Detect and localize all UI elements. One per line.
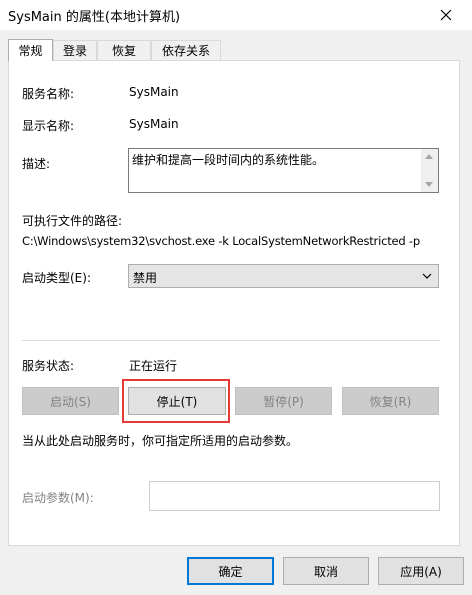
ok-button[interactable]: 确定 [187,557,274,585]
display-name-label: 显示名称: [22,119,75,133]
service-status-value: 正在运行 [129,359,178,373]
description-text: 维护和提高一段时间内的系统性能。 [132,153,325,167]
close-button[interactable] [420,0,472,30]
startup-type-select[interactable]: 禁用 [128,264,439,288]
apply-button[interactable]: 应用(A) [378,557,464,585]
window-title: SysMain 的属性(本地计算机) [8,10,181,25]
service-status-label: 服务状态: [22,359,75,373]
service-name-label: 服务名称: [22,87,75,101]
start-params-hint: 当从此处启动服务时，你可指定所适用的启动参数。 [22,434,299,448]
scroll-up-icon[interactable] [425,154,433,159]
tab-general[interactable]: 常规 [8,39,53,61]
startup-type-value: 禁用 [133,271,158,285]
tab-dependencies[interactable]: 依存关系 [151,40,221,60]
general-panel [8,60,460,546]
exe-path-value: C:\Windows\system32\svchost.exe -k Local… [22,234,420,248]
tab-logon[interactable]: 登录 [53,40,97,60]
startup-type-label: 启动类型(E): [22,271,91,285]
service-name-value: SysMain [129,85,179,99]
pause-button[interactable]: 暂停(P) [235,387,332,415]
start-params-input[interactable] [149,481,440,511]
chevron-down-icon [422,273,432,279]
tab-recovery[interactable]: 恢复 [97,40,151,60]
resume-button[interactable]: 恢复(R) [342,387,439,415]
close-icon [440,9,452,21]
scroll-down-icon[interactable] [425,182,433,187]
cancel-button[interactable]: 取消 [283,557,369,585]
description-scrollbar[interactable] [421,149,438,192]
exe-path-label: 可执行文件的路径: [22,214,123,228]
start-button[interactable]: 启动(S) [22,387,119,415]
description-box[interactable]: 维护和提高一段时间内的系统性能。 [128,148,439,193]
start-params-label: 启动参数(M): [22,491,94,505]
display-name-value: SysMain [129,117,179,131]
separator [22,340,440,341]
description-label: 描述: [22,157,51,171]
highlight-box [122,379,230,423]
